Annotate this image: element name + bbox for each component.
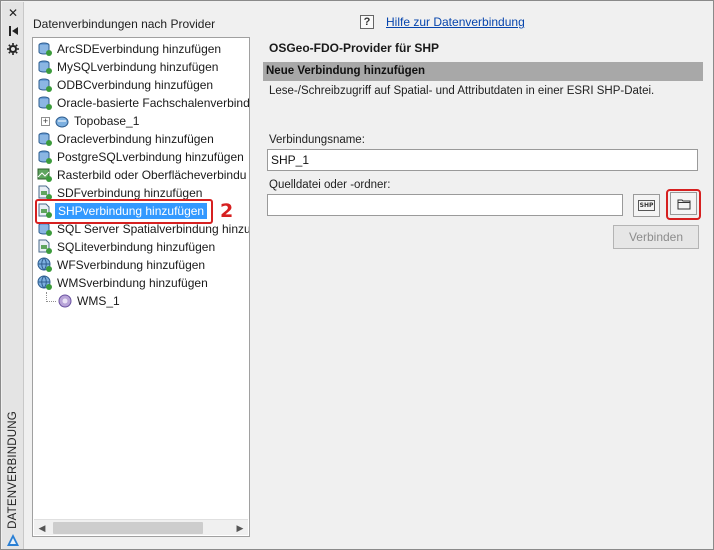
- tree-item-shp[interactable]: SHPverbindung hinzufügen: [37, 202, 208, 220]
- tree-item-arcsde[interactable]: ArcSDEverbindung hinzufügen: [37, 40, 221, 58]
- tree-item-oracle[interactable]: Oracleverbindung hinzufügen: [37, 130, 214, 148]
- file-connection-icon: [38, 185, 52, 200]
- close-icon[interactable]: ✕: [5, 6, 21, 20]
- shp-file-button[interactable]: SHP: [633, 194, 660, 217]
- section-header: Neue Verbindung hinzufügen: [263, 62, 703, 81]
- tree-item-oracle-fachschale[interactable]: Oracle-basierte Fachschalenverbind: [37, 94, 249, 112]
- database-connection-icon: [38, 42, 52, 56]
- tree-item-postgresql[interactable]: PostgreSQLverbindung hinzufügen: [37, 148, 244, 166]
- database-connection-icon: [38, 96, 52, 110]
- raster-connection-icon: [37, 168, 52, 182]
- database-connection-icon: [38, 132, 52, 146]
- callout-number: 2: [220, 200, 234, 222]
- file-connection-icon: [38, 203, 52, 218]
- tree-item-sqlite[interactable]: SQLiteverbindung hinzufügen: [37, 238, 215, 256]
- connection-name-label: Verbindungsname:: [269, 134, 365, 146]
- palette-title: DATENVERBINDUNG: [7, 411, 19, 529]
- provider-title: OSGeo-FDO-Provider für SHP: [269, 41, 440, 55]
- connection-node-icon: [55, 116, 69, 128]
- tree-item-wfs[interactable]: WFSverbindung hinzufügen: [37, 256, 205, 274]
- database-connection-icon: [38, 78, 52, 92]
- database-connection-icon: [38, 222, 52, 236]
- expand-toggle[interactable]: +: [41, 116, 50, 126]
- panel-title: Datenverbindungen nach Provider: [33, 17, 216, 31]
- help-link[interactable]: Hilfe zur Datenverbindung: [386, 15, 525, 29]
- wms-node-icon: [58, 294, 72, 308]
- tree-item-odbc[interactable]: ODBCverbindung hinzufügen: [37, 76, 213, 94]
- file-connection-icon: [38, 239, 52, 254]
- connection-name-input[interactable]: [267, 149, 698, 171]
- folder-icon: [677, 199, 690, 209]
- auto-hide-icon[interactable]: [5, 24, 21, 38]
- scroll-thumb[interactable]: [53, 522, 203, 534]
- browse-folder-button[interactable]: [670, 192, 697, 215]
- tree-item-sqlserver[interactable]: SQL Server Spatialverbindung hinzufü: [37, 220, 249, 238]
- scroll-left-arrow-icon[interactable]: ◀: [34, 520, 50, 536]
- scroll-right-arrow-icon[interactable]: ▶: [232, 520, 248, 536]
- shp-file-icon: SHP: [637, 200, 656, 211]
- source-file-input[interactable]: [267, 194, 623, 216]
- database-connection-icon: [38, 150, 52, 164]
- provider-description: Lese-/Schreibzugriff auf Spatial- und At…: [269, 85, 655, 97]
- tree-horizontal-scrollbar[interactable]: ◀ ▶: [34, 519, 248, 535]
- database-connection-icon: [38, 60, 52, 74]
- tree-item-wms[interactable]: WMSverbindung hinzufügen: [37, 274, 208, 292]
- web-connection-icon: [37, 275, 52, 290]
- autodesk-logo-icon: [6, 533, 20, 547]
- provider-tree[interactable]: ArcSDEverbindung hinzufügen MySQLverbind…: [32, 37, 250, 537]
- web-connection-icon: [37, 257, 52, 272]
- connect-button[interactable]: Verbinden: [613, 225, 699, 249]
- tree-connector: [46, 301, 56, 302]
- tree-item-wms-1[interactable]: WMS_1: [57, 292, 120, 310]
- help-icon[interactable]: ?: [360, 15, 374, 29]
- source-file-label: Quelldatei oder -ordner:: [269, 179, 391, 191]
- tree-item-topobase[interactable]: + Topobase_1: [41, 112, 139, 130]
- settings-icon[interactable]: [5, 42, 21, 56]
- tree-item-raster[interactable]: Rasterbild oder Oberflächeverbindu: [37, 166, 246, 184]
- tree-item-mysql[interactable]: MySQLverbindung hinzufügen: [37, 58, 218, 76]
- tree-item-sdf[interactable]: SDFverbindung hinzufügen: [37, 184, 202, 202]
- data-connect-palette: ✕ DATENVERBINDUNG Datenverbindungen nach…: [0, 0, 714, 550]
- palette-title-strip: ✕ DATENVERBINDUNG: [2, 2, 24, 549]
